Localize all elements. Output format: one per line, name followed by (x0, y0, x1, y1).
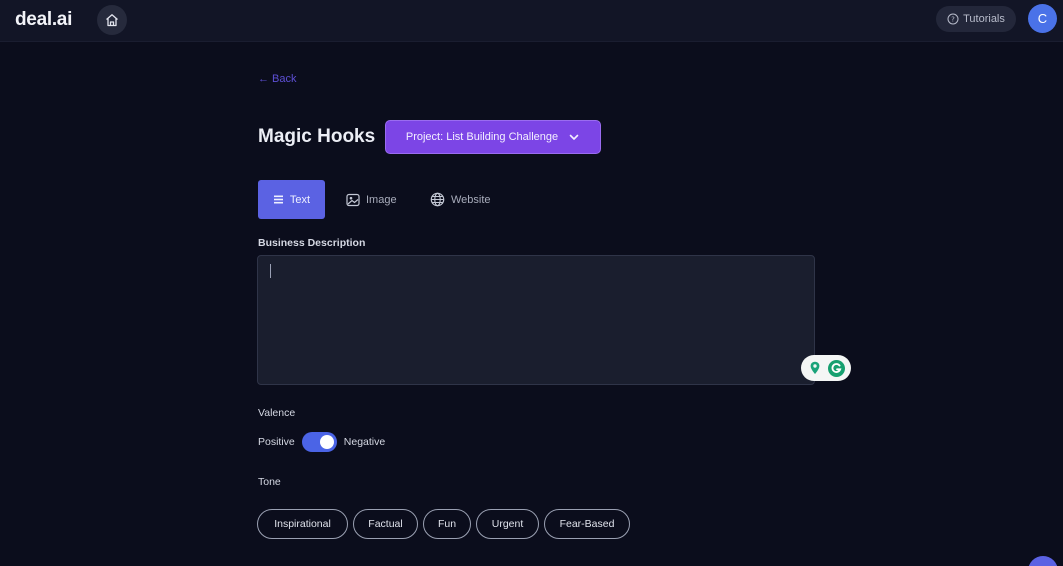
tutorials-label: Tutorials (963, 13, 1005, 25)
grammarly-widget[interactable] (801, 355, 851, 381)
tone-options: Inspirational Factual Fun Urgent Fear-Ba… (257, 509, 630, 539)
tab-text[interactable]: Text (258, 180, 325, 219)
tab-text-label: Text (289, 193, 311, 206)
help-circle-icon: ? (947, 13, 959, 25)
tab-website-label: Website (451, 193, 491, 206)
tutorials-button[interactable]: ? Tutorials (936, 6, 1016, 32)
image-icon (346, 193, 360, 206)
top-bar: deal.ai ? Tutorials C (0, 0, 1063, 42)
home-icon (106, 14, 118, 27)
project-dropdown[interactable]: Project: List Building Challenge (385, 120, 601, 154)
tab-website[interactable]: Website (430, 180, 491, 219)
globe-icon (430, 192, 445, 207)
valence-toggle[interactable] (301, 432, 337, 452)
logo[interactable]: deal.ai (15, 9, 72, 31)
project-label: Project: List Building Challenge (405, 131, 559, 143)
valence-toggle-row: Positive Negative (258, 431, 385, 453)
svg-text:?: ? (951, 16, 955, 24)
business-description-label: Business Description (258, 237, 366, 249)
business-description-input[interactable] (257, 255, 815, 385)
tab-image[interactable]: Image (346, 180, 397, 219)
list-icon (273, 195, 283, 204)
tone-chip-fear-based[interactable]: Fear-Based (544, 509, 630, 539)
page-title: Magic Hooks (258, 126, 376, 147)
tone-chip-urgent[interactable]: Urgent (476, 509, 539, 539)
valence-negative-label: Negative (343, 436, 386, 448)
tone-label: Tone (258, 476, 281, 488)
tab-image-label: Image (366, 193, 397, 206)
valence-positive-label: Positive (258, 436, 295, 448)
chevron-down-icon (569, 134, 579, 140)
chat-launcher-button[interactable] (1028, 556, 1058, 566)
text-cursor (270, 264, 271, 278)
valence-label: Valence (258, 407, 296, 419)
back-link[interactable]: ← Back (258, 73, 297, 85)
avatar[interactable]: C (1028, 4, 1057, 33)
toggle-knob (319, 435, 334, 449)
home-button[interactable] (97, 5, 127, 35)
tone-chip-factual[interactable]: Factual (353, 509, 418, 539)
tone-chip-fun[interactable]: Fun (423, 509, 471, 539)
location-pin-icon (810, 361, 819, 374)
grammarly-icon (827, 359, 845, 377)
tone-chip-inspirational[interactable]: Inspirational (257, 509, 348, 539)
